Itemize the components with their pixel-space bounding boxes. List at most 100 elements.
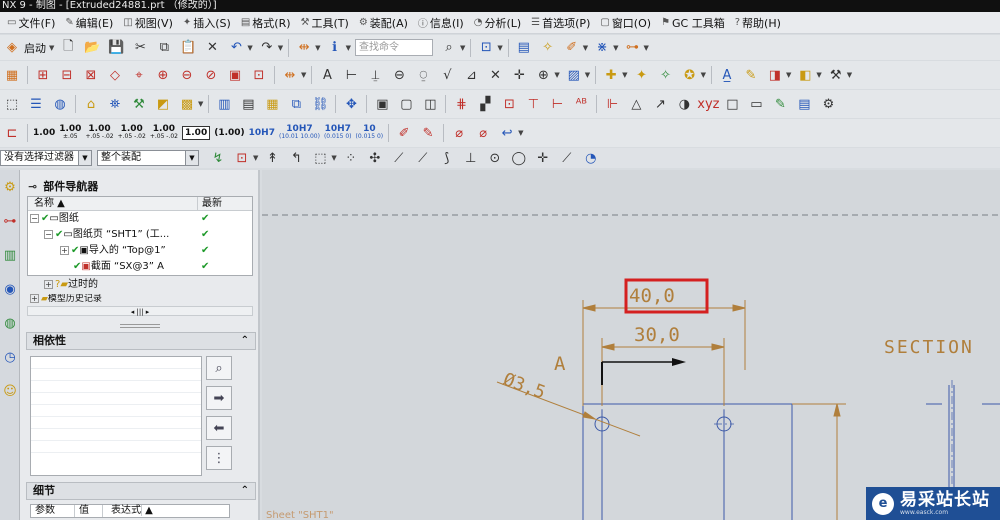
arc-center-icon[interactable]: ⊙ <box>484 148 506 168</box>
new-sheet-icon[interactable]: ▦ <box>1 64 23 86</box>
datum-icon[interactable]: ⍊ <box>364 64 386 86</box>
fit-deviation-button[interactable]: 10 (0.015 0) <box>356 122 384 144</box>
expand-icon[interactable]: + <box>44 279 53 289</box>
settings-gear-icon[interactable]: ⚙ <box>817 93 839 115</box>
dropdown-arrow-icon[interactable]: ▼ <box>497 44 502 52</box>
balloon-icon[interactable]: ⍜ <box>412 64 434 86</box>
menu-help[interactable]: ? 帮助(H) <box>730 13 786 33</box>
feature-filter-icon[interactable]: ↟ <box>261 148 283 168</box>
column-param[interactable]: 参数 <box>31 505 75 517</box>
command-search-input[interactable]: 查找命令 <box>354 39 433 56</box>
leader-arrow-icon[interactable]: ↗ <box>649 93 671 115</box>
new-file-icon[interactable]: 🗋 <box>57 37 79 59</box>
box-icon[interactable]: ▩ <box>176 93 198 115</box>
assembly-component-icon[interactable]: ◧ <box>794 64 816 86</box>
menu-insert[interactable]: ✦ 插入(S) <box>178 13 236 33</box>
diameter-alt-icon[interactable]: ⌀ <box>472 122 494 144</box>
layers-icon[interactable]: ☰ <box>25 93 47 115</box>
view-filter-icon[interactable]: ↰ <box>285 148 307 168</box>
expand-icon[interactable]: + <box>30 294 39 303</box>
save-icon[interactable]: 💾 <box>105 37 127 59</box>
xyz-icon[interactable]: xyz <box>697 93 719 115</box>
fit-tolerance-button[interactable]: 10H7 (0.015 0) <box>324 122 352 144</box>
hammer-icon[interactable]: ⚒ <box>128 93 150 115</box>
dropdown-arrow-icon[interactable]: ▼ <box>301 71 306 79</box>
tolerance-unilateral-button[interactable]: 1.00 +.05 -.02 <box>85 122 113 144</box>
dropdown-arrow-icon[interactable]: ▼ <box>247 44 252 52</box>
datum-target-icon[interactable]: ⊖ <box>388 64 410 86</box>
start-icon[interactable]: ◈ <box>1 37 23 59</box>
centerline-icon[interactable]: ✛ <box>508 64 530 86</box>
fit-10h7-icon[interactable]: ⊡ <box>498 93 520 115</box>
sheet-icon[interactable]: ▭ <box>745 93 767 115</box>
pen-marked-icon[interactable]: ✎ <box>417 122 439 144</box>
cut-icon[interactable]: ✂ <box>129 37 151 59</box>
return-arrow-icon[interactable]: ↩ <box>496 122 518 144</box>
dropdown-arrow-icon[interactable]: ▼ <box>460 44 465 52</box>
collapse-chevron-icon[interactable]: ⌃ <box>241 333 249 349</box>
wand-icon[interactable]: ✧ <box>537 37 559 59</box>
column-expression[interactable]: 表达式 ▲ <box>103 505 183 517</box>
frame-icon[interactable]: ▢ <box>395 93 417 115</box>
undo-icon[interactable]: ↶ <box>225 37 247 59</box>
menu-tools[interactable]: ⚒ 工具(T) <box>296 13 354 33</box>
hole-table-icon[interactable]: ✪ <box>679 64 701 86</box>
snap-setting-icon[interactable]: ✣ <box>364 148 386 168</box>
type-filter-select[interactable]: 没有选择过滤器 ▼ <box>0 150 92 166</box>
menu-file[interactable]: ▭ 文件(F) <box>2 13 60 33</box>
tolerance-basic-button[interactable]: 1.00 <box>182 126 211 140</box>
collapse-chevron-icon[interactable]: ⌃ <box>241 483 249 499</box>
zoom-button[interactable]: ⌕ <box>206 356 232 380</box>
open-folder-icon[interactable]: 📂 <box>81 37 103 59</box>
abc-text-icon[interactable]: ᴬᴮ <box>570 93 592 115</box>
delete-icon[interactable]: ✕ <box>201 37 223 59</box>
menu-gc-toolbox[interactable]: ⚑ GC 工具箱 <box>656 13 730 33</box>
menu-format[interactable]: ▤ 格式(R) <box>236 13 296 33</box>
dropdown-arrow-icon[interactable]: ▼ <box>346 44 351 52</box>
pen-red-icon[interactable]: ✐ <box>393 122 415 144</box>
horizontal-scrollbar[interactable]: ◂ ||| ▸ <box>27 306 253 316</box>
control-point-icon[interactable]: ⟆ <box>436 148 458 168</box>
column-name-header[interactable]: 名称 ▲ <box>28 197 198 210</box>
tolerance-none-button[interactable]: 1.00 <box>33 122 55 144</box>
dropdown-arrow-icon[interactable]: ▼ <box>554 71 559 79</box>
base-view-icon[interactable]: ⊞ <box>32 64 54 86</box>
menu-edit[interactable]: ✎ 编辑(E) <box>60 13 118 33</box>
revolved-section-icon[interactable]: ⊕ <box>152 64 174 86</box>
half-section-icon[interactable]: ⌖ <box>128 64 150 86</box>
dimension-inner-text[interactable]: 30,0 <box>634 324 680 346</box>
template-icon[interactable]: ▦ <box>261 93 283 115</box>
copy-icon[interactable]: ⧉ <box>153 37 175 59</box>
break-view-icon[interactable]: ⊖ <box>176 64 198 86</box>
target-icon[interactable]: ◑ <box>673 93 695 115</box>
tolerance-reference-button[interactable]: (1.00) <box>214 122 244 144</box>
previous-button[interactable]: ⬅ <box>206 416 232 440</box>
drawing-format-icon[interactable]: ▥ <box>213 93 235 115</box>
fit-view-icon[interactable]: ⊡ <box>475 37 497 59</box>
end-point-icon[interactable]: ⟋ <box>388 148 410 168</box>
image-icon[interactable]: ▨ <box>563 64 585 86</box>
point-on-curve-icon[interactable]: ⟋ <box>556 148 578 168</box>
component-icon[interactable]: ◨ <box>764 64 786 86</box>
assembly-navigator-tab-icon[interactable]: ⊶ <box>1 210 19 232</box>
menu-view[interactable]: ◫ 视图(V) <box>118 13 178 33</box>
pin-icon[interactable]: ⊸ <box>28 180 37 193</box>
dropdown-arrow-icon[interactable]: ▼ <box>701 71 706 79</box>
next-button[interactable]: ➡ <box>206 386 232 410</box>
arrange-icon[interactable]: ⧉ <box>285 93 307 115</box>
dropdown-arrow-icon[interactable]: ▼ <box>622 71 627 79</box>
dimension-style-icon[interactable]: ⊏ <box>1 122 23 144</box>
dimension-tool-icon[interactable]: ⇹ <box>293 37 315 59</box>
tree-row[interactable]: + ▰模型历史记录 <box>30 294 102 304</box>
border-icon[interactable]: ▣ <box>371 93 393 115</box>
menu-window[interactable]: ▢ 窗口(O) <box>595 13 656 33</box>
part-navigator-tab-icon[interactable]: ⚙ <box>1 176 19 198</box>
list-options-button[interactable]: ⋮ <box>206 446 232 470</box>
dropdown-arrow-icon[interactable]: ▼ <box>816 71 821 79</box>
layer-icon[interactable]: ▤ <box>513 37 535 59</box>
intersection-icon[interactable]: ⊥ <box>460 148 482 168</box>
menu-analysis[interactable]: ◔ 分析(L) <box>469 13 526 33</box>
brush-icon[interactable]: ✎ <box>769 93 791 115</box>
collapse-icon[interactable]: − <box>30 213 39 223</box>
dimension-icon[interactable]: ⇹ <box>279 64 301 86</box>
